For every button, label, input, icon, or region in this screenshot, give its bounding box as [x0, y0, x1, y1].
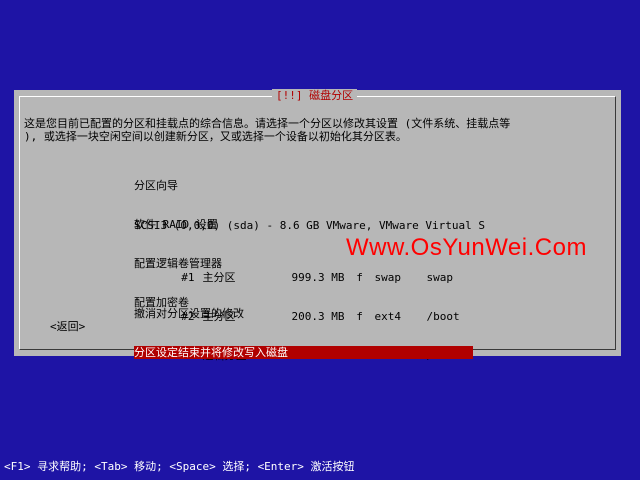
back-button[interactable]: <返回> [50, 320, 85, 333]
disk-device-sda[interactable]: SCSI3 (0,0,0) (sda) - 8.6 GB VMware, VMw… [134, 219, 485, 232]
undo-changes-item[interactable]: 撤消对分区设置的修改 [134, 307, 473, 320]
description-line: ), 或选择一块空闲空间以创建新分区，又或选择一个设备以初始化其分区表。 [24, 130, 407, 143]
dialog-description: 这是您目前已配置的分区和挂载点的综合信息。请选择一个分区以修改其设置 (文件系统… [24, 117, 604, 143]
watermark: Www.OsYunWei.Com [346, 234, 587, 261]
dialog-title: [!!] 磁盘分区 [272, 89, 358, 102]
menu-item-partition-wizard[interactable]: 分区向导 [134, 179, 222, 192]
description-line: 这是您目前已配置的分区和挂载点的综合信息。请选择一个分区以修改其设置 (文件系统… [24, 117, 511, 130]
installer-screen: { "dialog": { "title": "[!!] 磁盘分区", "des… [0, 0, 640, 480]
finish-partitioning-item[interactable]: 分区设定结束并将修改写入磁盘 [134, 346, 473, 359]
keyboard-help-bar: <F1> 寻求帮助; <Tab> 移动; <Space> 选择; <Enter>… [4, 460, 355, 473]
partition-actions: 撤消对分区设置的修改 分区设定结束并将修改写入磁盘 [134, 281, 473, 372]
